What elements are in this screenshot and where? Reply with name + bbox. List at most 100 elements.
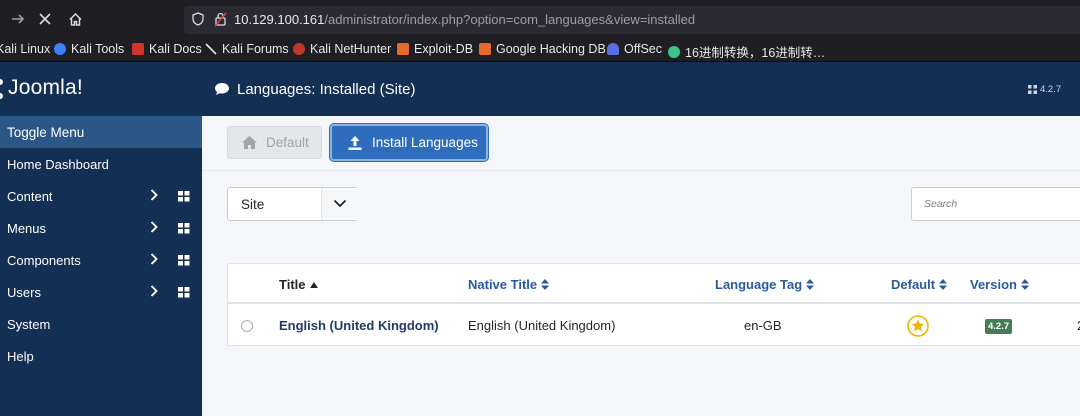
action-toolbar: Default Install Languages [202,116,1080,171]
bookmark-kali-tools[interactable]: Kali Tools [54,42,124,56]
bookmark-label: Kali Linux [0,42,51,56]
nethunter-icon [293,43,305,55]
address-bar[interactable]: 10.129.100.161/administrator/index.php?o… [184,6,1080,34]
chevron-right-icon [150,221,158,236]
search-input[interactable]: Search [911,187,1080,221]
sidebar-item-label: Content [7,189,53,204]
languages-table: Title Native Title Language Tag Default … [227,263,1080,346]
dashboard-grid-icon[interactable] [178,286,190,301]
default-button[interactable]: Default [227,126,322,159]
bookmark-kali-nethunter[interactable]: Kali NetHunter [293,42,391,56]
page-header: Languages: Installed (Site) 4.2.7 [202,62,1080,116]
default-star-icon[interactable] [907,315,929,342]
toggle-menu-button[interactable]: Toggle Menu [0,116,202,148]
cell-title: English (United Kingdom) [279,318,439,333]
kali-tools-icon [54,43,66,55]
bookmark-kali-forums[interactable]: Kali Forums [205,42,289,56]
sidebar-item-system[interactable]: System [0,308,202,340]
upload-icon [348,135,362,150]
joomla-version: 4.2.7 [1028,84,1061,95]
ghdb-icon [479,43,491,55]
bookmark-label: Kali Forums [222,42,289,56]
version-badge: 4.2.7 [985,319,1013,334]
sort-icon [939,279,948,290]
browser-navbar: 10.129.100.161/administrator/index.php?o… [0,0,1080,38]
version-text: 4.2.7 [1040,84,1062,95]
sidebar-item-label: System [7,317,51,332]
client-select[interactable]: Site [227,187,358,221]
bookmark-label: OffSec [624,42,662,56]
sidebar-item-components[interactable]: Components [0,244,202,276]
client-select-value: Site [241,197,265,212]
column-label: Version [970,277,1017,292]
install-languages-label: Install Languages [372,135,478,150]
bookmark-label: Google Hacking DB [496,42,606,56]
sidebar-item-users[interactable]: Users [0,276,202,308]
column-label: Default [891,277,936,292]
sidebar-item-label: Home Dashboard [7,157,109,172]
bookmark-kali-docs[interactable]: Kali Docs [132,42,202,56]
sidebar-item-label: Help [7,349,34,364]
url-text[interactable]: 10.129.100.161/administrator/index.php?o… [234,12,695,27]
bookmark-label: Exploit-DB [414,42,474,56]
column-label: Title [279,277,306,292]
sidebar-item-menus[interactable]: Menus [0,212,202,244]
column-label: Native Title [468,277,538,292]
joomla-mark-icon [0,78,6,105]
table-header: Title Native Title Language Tag Default … [228,264,1080,304]
sort-asc-icon [309,281,318,288]
sidebar-item-content[interactable]: Content [0,180,202,212]
exploit-db-icon [397,43,409,55]
forward-icon[interactable] [6,7,30,31]
dashboard-grid-icon[interactable] [178,222,190,237]
column-language-tag[interactable]: Language Tag [715,277,815,292]
chevron-down-icon [333,199,347,208]
row-select-radio[interactable] [241,320,253,332]
sort-icon [1020,279,1029,290]
table-row: English (United Kingdom) English (United… [228,306,1080,346]
sidebar-item-home-dashboard[interactable]: Home Dashboard [0,148,202,180]
bookmark-label: Kali NetHunter [310,42,392,56]
sidebar-item-label: Users [7,285,41,300]
bookmark-exploit-db[interactable]: Exploit-DB [397,42,473,56]
kali-docs-icon [132,43,144,55]
chevron-right-icon [150,189,158,204]
main-content: Site Search Title Native Title Language … [202,171,1080,416]
column-default[interactable]: Default [891,277,948,292]
dashboard-grid-icon[interactable] [178,254,190,269]
comment-icon [214,82,230,101]
dashboard-grid-icon[interactable] [178,190,190,205]
select-toggle[interactable] [321,188,358,220]
sidebar-item-label: Components [7,253,81,268]
cell-native-title: English (United Kingdom) [468,318,616,333]
column-version[interactable]: Version [970,277,1029,292]
kali-forums-icon [205,43,217,55]
search-placeholder: Search [924,198,958,210]
cell-language-tag: en-GB [744,318,782,333]
column-title[interactable]: Title [279,277,318,292]
bookmark-google-hacking-db[interactable]: Google Hacking DB [479,42,606,56]
joomla-logo[interactable]: Joomla! [0,62,202,116]
bookmark-hex-convert[interactable]: 16进制转换，16进制转… [668,42,825,61]
bookmark-offsec[interactable]: OffSec [607,42,662,56]
insecure-lock-icon[interactable] [214,11,227,32]
chevron-right-icon [150,285,158,300]
page-title: Languages: Installed (Site) [237,81,416,98]
shield-icon[interactable] [192,12,204,31]
bookmarks-toolbar: Kali Linux Kali Tools Kali Docs Kali For… [0,38,1080,62]
default-button-label: Default [266,135,309,150]
column-native-title[interactable]: Native Title [468,277,550,292]
joomla-small-icon [1028,85,1037,94]
logo-text: Joomla! [8,76,83,99]
url-path: /administrator/index.php?option=com_lang… [324,12,696,27]
sort-icon [541,279,550,290]
sidebar-item-help[interactable]: Help [0,340,202,372]
stop-icon[interactable] [33,7,57,31]
chevron-right-icon [150,253,158,268]
bookmark-kali-linux[interactable]: Kali Linux [0,42,50,56]
bookmark-label: 16进制转换，16进制转… [685,46,826,60]
hex-convert-icon [668,45,680,58]
home-icon [242,136,257,149]
install-languages-button[interactable]: Install Languages [330,124,488,161]
home-icon[interactable] [63,7,87,31]
